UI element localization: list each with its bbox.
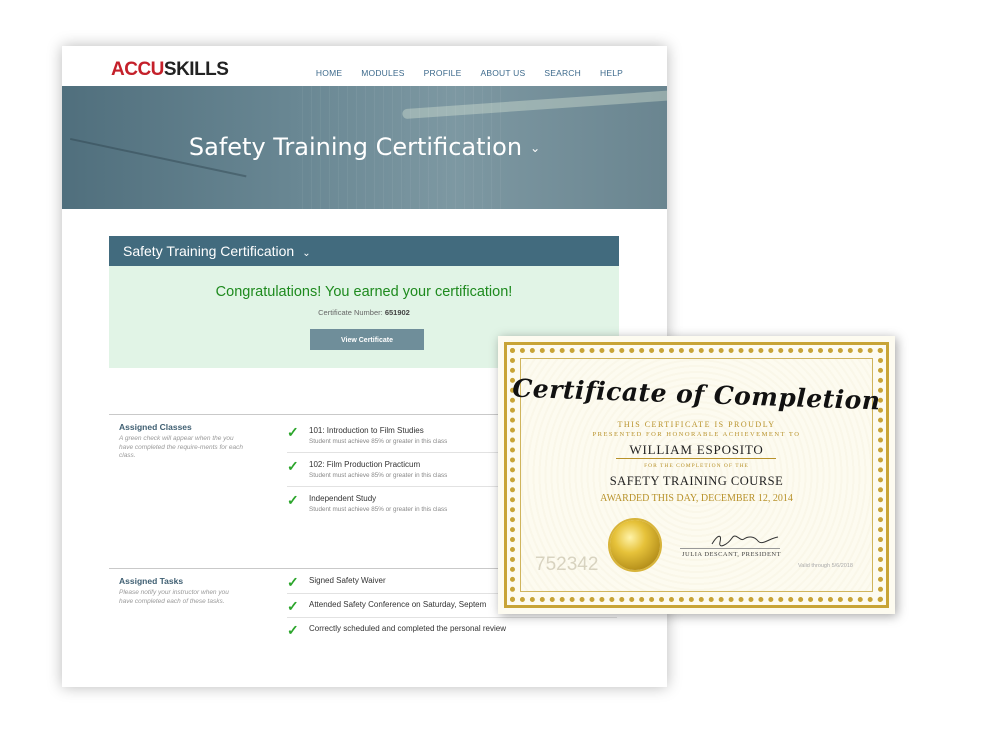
- recipient-name: WILLIAM ESPOSITO: [629, 442, 764, 457]
- certificate: Certificate of Completion THIS CERTIFICA…: [498, 336, 895, 614]
- certificate-line-3: FOR THE COMPLETION OF THE: [644, 463, 749, 469]
- class-title[interactable]: Independent Study: [309, 494, 376, 503]
- certificate-line-2: PRESENTED FOR HONORABLE ACHIEVEMENT TO: [592, 431, 801, 438]
- task-title[interactable]: Attended Safety Conference on Saturday, …: [309, 600, 486, 609]
- task-title[interactable]: Signed Safety Waiver: [309, 576, 386, 585]
- top-nav: HOME MODULES PROFILE ABOUT US SEARCH HEL…: [297, 68, 623, 78]
- signature-icon: [711, 535, 779, 547]
- certificate-number: Certificate Number: 651902: [109, 308, 619, 317]
- list-item: ✓ Correctly scheduled and completed the …: [287, 623, 617, 641]
- assigned-tasks-note: Please notify your instructor when you h…: [119, 589, 229, 605]
- chevron-down-icon: ⌄: [530, 141, 541, 155]
- check-icon: ✓: [287, 424, 299, 440]
- gold-seal-icon: [610, 520, 660, 570]
- class-requirement: Student must achieve 85% or greater in t…: [309, 438, 448, 445]
- course-name: SAFETY TRAINING COURSE: [609, 474, 784, 488]
- view-certificate-button[interactable]: View Certificate: [310, 329, 424, 350]
- chevron-down-icon: ⌄: [302, 248, 311, 259]
- certificate-number-value: 651902: [384, 308, 410, 317]
- certificate-line-1: THIS CERTIFICATE IS PROUDLY: [617, 420, 776, 429]
- congrats-message: Congratulations! You earned your certifi…: [215, 284, 513, 300]
- check-icon: ✓: [287, 622, 299, 638]
- logo[interactable]: ACCUSKILLS: [111, 59, 229, 80]
- class-requirement: Student must achieve 85% or greater in t…: [309, 472, 448, 479]
- nav-search[interactable]: SEARCH: [544, 68, 581, 78]
- panel-header[interactable]: Safety Training Certification ⌄: [109, 236, 619, 266]
- award-date: AWARDED THIS DAY, DECEMBER 12, 2014: [600, 493, 793, 504]
- name-underline: [616, 458, 776, 459]
- panel-title: Safety Training Certification: [123, 243, 295, 259]
- signature-line: [680, 548, 780, 549]
- hero-title[interactable]: Safety Training Certification ⌄: [62, 133, 667, 161]
- class-title[interactable]: 102: Film Production Practicum: [309, 460, 420, 469]
- logo-part-accu: ACCU: [111, 59, 164, 80]
- assigned-tasks-title: Assigned Tasks: [119, 576, 184, 586]
- valid-through: Valid through 5/6/2018: [798, 563, 853, 569]
- logo-part-skills: SKILLS: [163, 59, 229, 80]
- task-title[interactable]: Correctly scheduled and completed the pe…: [309, 624, 506, 633]
- assigned-classes-title: Assigned Classes: [119, 422, 192, 432]
- class-title[interactable]: 101: Introduction to Film Studies: [309, 426, 424, 435]
- assigned-classes-note: A green check will appear when the you h…: [119, 435, 243, 459]
- check-icon: ✓: [287, 458, 299, 474]
- nav-about-us[interactable]: ABOUT US: [480, 68, 525, 78]
- check-icon: ✓: [287, 574, 299, 590]
- nav-profile[interactable]: PROFILE: [424, 68, 462, 78]
- hero-banner: Safety Training Certification ⌄: [62, 86, 667, 209]
- serial-number: 752342: [535, 554, 599, 575]
- hero-title-text: Safety Training Certification: [188, 133, 523, 161]
- nav-home[interactable]: HOME: [316, 68, 342, 78]
- certificate-number-label: Certificate Number:: [318, 308, 383, 317]
- check-icon: ✓: [287, 598, 299, 614]
- nav-help[interactable]: HELP: [600, 68, 623, 78]
- signer-name: JULIA DESCANT, PRESIDENT: [682, 551, 782, 558]
- check-icon: ✓: [287, 492, 299, 508]
- nav-modules[interactable]: MODULES: [361, 68, 404, 78]
- class-requirement: Student must achieve 85% or greater in t…: [309, 506, 448, 513]
